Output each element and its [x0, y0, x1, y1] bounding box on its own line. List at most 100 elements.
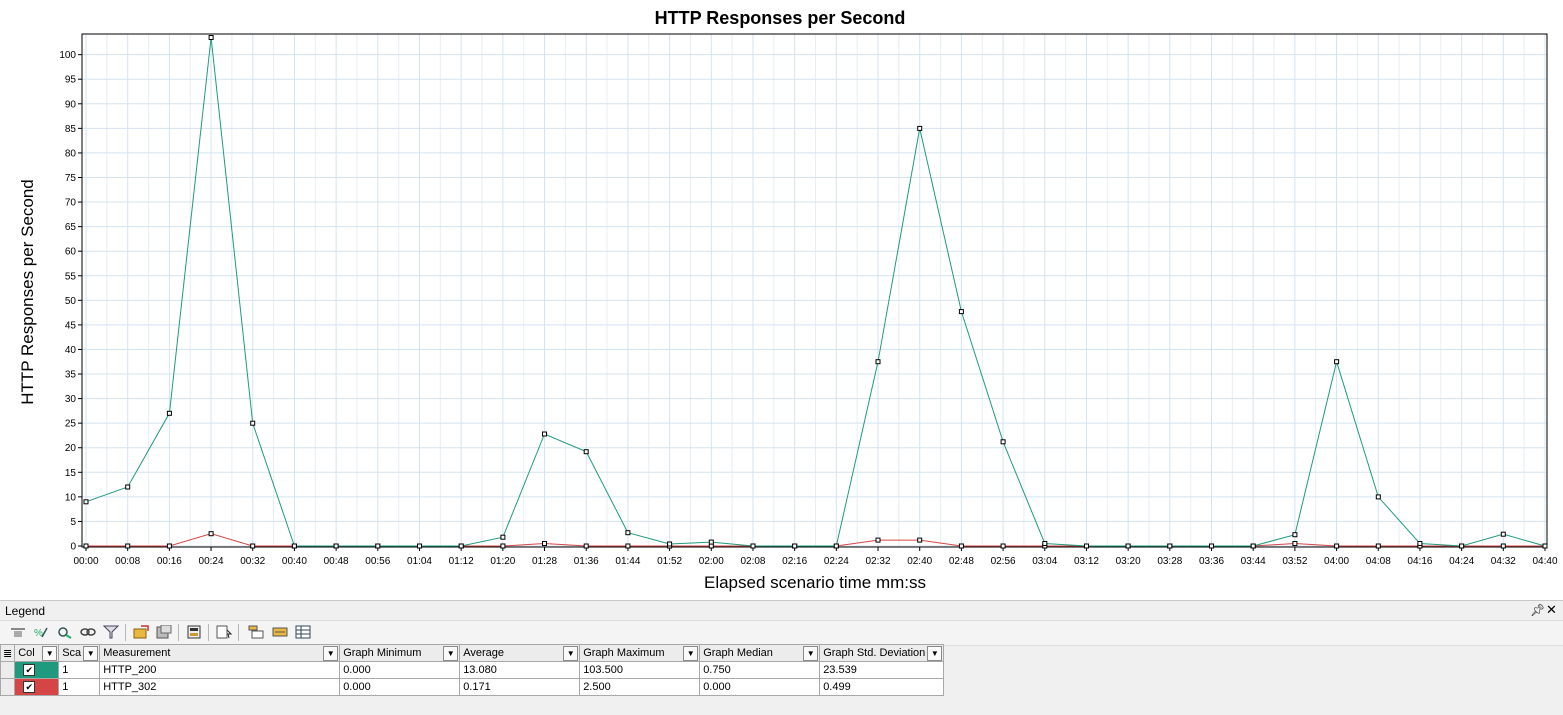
x-tick-label: 03:28 — [1157, 556, 1182, 567]
column-header-average[interactable]: Average ▼ — [459, 644, 581, 662]
show-all-icon[interactable] — [248, 625, 264, 639]
data-point-http-302 — [83, 543, 89, 549]
column-dropdown-icon[interactable]: ▼ — [563, 646, 579, 661]
measurement-cell: HTTP_302 — [99, 678, 341, 696]
column-header-graph-minimum[interactable]: Graph Minimum ▼ — [339, 644, 461, 662]
x-tick-label: 01:44 — [615, 556, 640, 567]
hide-all-icon[interactable] — [272, 625, 288, 639]
column-header-scale[interactable]: Sca ▼ — [58, 644, 101, 662]
column-header-graph-median[interactable]: Graph Median ▼ — [699, 644, 821, 662]
column-header-graph-std-deviation[interactable]: Graph Std. Deviation ▼ — [819, 644, 945, 662]
legend-row-http-302[interactable]: ✔ 1 HTTP_302 0.000 0.171 2.500 0.000 0.4… — [0, 678, 945, 696]
column-header-label: Average — [463, 647, 504, 659]
toolbar-separator — [208, 624, 209, 641]
x-tick-label: 04:08 — [1366, 556, 1391, 567]
y-tick-label: 75 — [65, 173, 77, 184]
toolbar-separator — [125, 624, 126, 641]
graph-median-cell: 0.750 — [699, 661, 821, 679]
data-point-http-200 — [166, 410, 172, 416]
y-tick-label: 25 — [65, 419, 77, 430]
y-tick-label: 40 — [65, 345, 77, 356]
average-cell: 0.171 — [459, 678, 581, 696]
series-visible-checkbox[interactable]: ✔ — [23, 681, 36, 693]
average-cell: 13.080 — [459, 661, 581, 679]
properties-icon[interactable] — [156, 625, 172, 639]
column-header-label: Measurement — [103, 647, 171, 659]
data-point-http-200 — [1167, 543, 1173, 549]
x-tick-label: 01:28 — [532, 556, 557, 567]
data-point-http-302 — [625, 543, 631, 549]
series-color-cell[interactable]: ✔ — [14, 678, 60, 696]
grid-view-icon[interactable] — [295, 625, 311, 639]
x-tick-label: 03:44 — [1241, 556, 1266, 567]
data-point-http-200 — [917, 125, 923, 131]
column-header-measurement[interactable]: Measurement ▼ — [99, 644, 341, 662]
data-point-http-200 — [83, 499, 89, 505]
series-color-cell[interactable]: ✔ — [14, 661, 60, 679]
close-icon[interactable]: ✕ — [1546, 602, 1557, 618]
graph-median-cell: 0.000 — [699, 678, 821, 696]
data-point-http-200 — [1500, 531, 1506, 537]
toolbar-separator — [178, 624, 179, 641]
data-point-http-302 — [583, 543, 589, 549]
column-dropdown-icon[interactable]: ▼ — [927, 646, 943, 661]
data-point-http-200 — [1125, 543, 1131, 549]
show-graph-icon[interactable] — [10, 625, 26, 639]
data-point-http-200 — [500, 534, 506, 540]
y-tick-label: 55 — [65, 271, 77, 282]
data-point-http-302 — [1000, 543, 1006, 549]
calculator-icon[interactable] — [186, 625, 202, 639]
graph-minimum-cell: 0.000 — [339, 661, 461, 679]
select-columns-icon[interactable] — [216, 625, 232, 639]
column-dropdown-icon[interactable]: ▼ — [42, 646, 58, 661]
scale-cell: 1 — [58, 678, 101, 696]
column-dropdown-icon[interactable]: ▼ — [683, 646, 699, 661]
legend-toolbar: % — [0, 620, 1563, 646]
y-tick-label: 95 — [65, 75, 77, 86]
y-tick-label: 65 — [65, 222, 77, 233]
x-tick-label: 01:20 — [490, 556, 515, 567]
data-point-http-302 — [958, 543, 964, 549]
graph-maximum-cell: 2.500 — [579, 678, 701, 696]
link-icon[interactable] — [80, 625, 96, 639]
x-tick-label: 03:04 — [1032, 556, 1057, 567]
pin-icon[interactable]: 📌︎ — [1530, 603, 1545, 617]
data-point-http-200 — [1417, 541, 1423, 546]
legend-table: ≣ Col ▼ Sca ▼ Measurement ▼ Graph Minimum ▼ … — [0, 644, 945, 696]
x-tick-label: 03:20 — [1116, 556, 1141, 567]
y-tick-label: 60 — [65, 247, 77, 258]
export-icon[interactable] — [133, 625, 149, 639]
y-tick-label: 100 — [59, 50, 76, 61]
column-dropdown-icon[interactable]: ▼ — [83, 646, 99, 661]
column-dropdown-icon[interactable]: ▼ — [803, 646, 819, 661]
y-tick-label: 10 — [65, 492, 77, 503]
y-tick-label: 30 — [65, 394, 77, 405]
x-tick-label: 03:36 — [1199, 556, 1224, 567]
data-point-http-302 — [1292, 541, 1298, 546]
x-tick-label: 04:24 — [1449, 556, 1474, 567]
column-dropdown-icon[interactable]: ▼ — [443, 646, 459, 661]
filter-icon[interactable] — [103, 625, 119, 639]
x-tick-label: 04:40 — [1532, 556, 1557, 567]
column-dropdown-icon[interactable]: ▼ — [323, 646, 339, 661]
legend-row-http-200[interactable]: ✔ 1 HTTP_200 0.000 13.080 103.500 0.750 … — [0, 661, 945, 679]
column-header-label: Graph Minimum — [343, 647, 422, 659]
column-header-col[interactable]: Col ▼ — [14, 644, 60, 662]
x-tick-label: 00:56 — [365, 556, 390, 567]
column-header-label: Sca — [62, 647, 82, 659]
row-header[interactable] — [0, 661, 16, 679]
x-tick-label: 00:40 — [282, 556, 307, 567]
configure-measurement-icon[interactable]: % — [33, 625, 49, 639]
data-point-http-200 — [1459, 543, 1465, 549]
x-tick-label: 02:32 — [866, 556, 891, 567]
y-tick-label: 70 — [65, 198, 77, 209]
auto-correlate-icon[interactable] — [57, 625, 73, 639]
data-point-http-200 — [1000, 439, 1006, 445]
series-visible-checkbox[interactable]: ✔ — [23, 664, 36, 676]
data-point-http-200 — [1042, 541, 1048, 546]
graph-std-deviation-cell: 23.539 — [819, 661, 945, 679]
legend-panel: Legend 📌︎ ✕ % ≣ Col ▼ Sca ▼ Measurement ▼ G… — [0, 600, 1563, 715]
column-header-graph-maximum[interactable]: Graph Maximum ▼ — [579, 644, 701, 662]
row-header[interactable] — [0, 678, 16, 696]
graph-std-deviation-cell: 0.499 — [819, 678, 945, 696]
